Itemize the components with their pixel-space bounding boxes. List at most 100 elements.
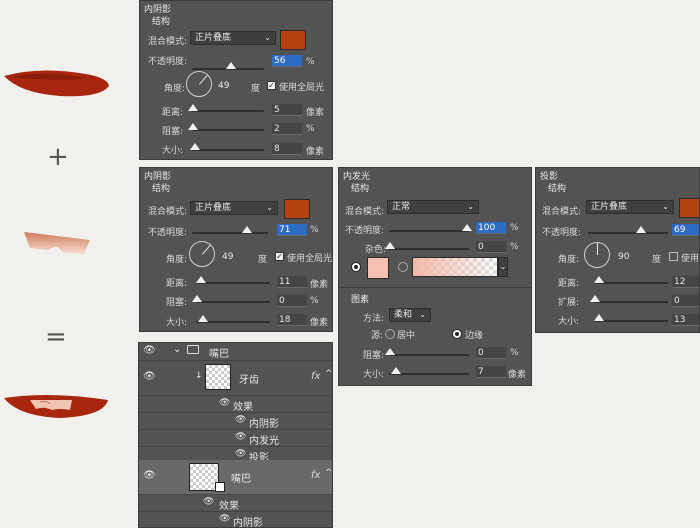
noise-input[interactable]: 0: [476, 241, 506, 253]
fx-icon[interactable]: fx: [311, 470, 320, 481]
choke-slider-track[interactable]: [192, 129, 264, 131]
size-slider-track[interactable]: [192, 149, 264, 151]
blend-mode-select[interactable]: 正常 ⌄: [387, 200, 479, 214]
layer-group-row[interactable]: 👁 ⌄ 嘴巴: [139, 343, 332, 361]
opacity-input[interactable]: 71: [277, 224, 307, 236]
blend-mode-value: 正片叠底: [195, 33, 232, 43]
angle-dial[interactable]: [186, 71, 212, 97]
opacity-slider-thumb[interactable]: [226, 62, 236, 69]
eye-icon[interactable]: 👁: [235, 432, 246, 442]
opacity-input[interactable]: 56: [272, 55, 302, 67]
distance-slider-thumb[interactable]: [196, 276, 206, 283]
opacity-slider-track[interactable]: [588, 232, 668, 234]
size-slider-track[interactable]: [594, 320, 668, 322]
angle-unit: 度: [652, 255, 662, 265]
shadow-color-swatch[interactable]: [280, 30, 306, 50]
angle-value[interactable]: 49: [218, 81, 229, 91]
spread-slider-track[interactable]: [594, 301, 668, 303]
opacity-input[interactable]: 69: [672, 224, 699, 236]
eye-icon[interactable]: 👁: [143, 345, 156, 356]
noise-unit: %: [510, 242, 519, 252]
size-slider-thumb[interactable]: [198, 315, 208, 322]
spread-input[interactable]: 0: [672, 295, 699, 307]
glow-color-swatch[interactable]: [367, 257, 389, 279]
choke-input[interactable]: 2: [272, 123, 302, 135]
angle-dial[interactable]: [189, 241, 215, 267]
distance-slider-track[interactable]: [594, 282, 668, 284]
effect-row[interactable]: 👁 内发光: [139, 430, 332, 447]
distance-slider-track[interactable]: [196, 282, 270, 284]
distance-input[interactable]: 11: [277, 276, 307, 288]
size-input[interactable]: 18: [277, 314, 307, 326]
lip-top-illustration: [4, 70, 109, 97]
elements-section-title: 图素: [351, 295, 370, 305]
chevron-up-icon[interactable]: ^: [325, 369, 332, 379]
opacity-input[interactable]: 100: [476, 222, 506, 234]
distance-input[interactable]: 5: [272, 104, 302, 116]
global-light-checkbox[interactable]: [669, 252, 678, 261]
choke-slider-thumb[interactable]: [385, 348, 395, 355]
size-slider-track[interactable]: [389, 373, 469, 375]
choke-input[interactable]: 0: [277, 295, 307, 307]
chevron-up-icon[interactable]: ^: [325, 468, 332, 478]
chevron-down-icon[interactable]: ⌄: [173, 344, 181, 355]
shadow-color-swatch[interactable]: [679, 198, 699, 218]
blend-mode-label: 混合模式:: [148, 207, 188, 217]
effects-row[interactable]: 👁 效果: [139, 396, 332, 413]
eye-icon[interactable]: 👁: [219, 514, 230, 524]
noise-slider-track[interactable]: [389, 248, 469, 250]
layer-row-mouth[interactable]: 👁 嘴巴 fx ^: [139, 460, 332, 495]
blend-mode-select[interactable]: 正片叠底 ⌄: [190, 31, 276, 45]
effect-row[interactable]: 👁 内阴影: [139, 512, 332, 527]
eye-icon[interactable]: 👁: [203, 497, 214, 507]
spread-slider-thumb[interactable]: [590, 295, 600, 302]
opacity-slider-thumb[interactable]: [462, 224, 472, 231]
solid-color-radio[interactable]: [351, 262, 361, 272]
choke-unit: %: [310, 296, 319, 306]
distance-slider-track[interactable]: [192, 110, 264, 112]
size-input[interactable]: 8: [272, 143, 302, 155]
choke-slider-track[interactable]: [389, 354, 469, 356]
gradient-radio[interactable]: [398, 262, 408, 272]
effect-row[interactable]: 👁 内阴影: [139, 413, 332, 430]
choke-slider-thumb[interactable]: [192, 295, 202, 302]
choke-slider-thumb[interactable]: [188, 123, 198, 130]
size-slider-thumb[interactable]: [391, 367, 401, 374]
fx-icon[interactable]: fx: [311, 371, 320, 382]
opacity-slider-thumb[interactable]: [242, 226, 252, 233]
global-light-checkbox[interactable]: ✓: [275, 252, 284, 261]
eye-icon[interactable]: 👁: [235, 449, 246, 459]
eye-icon[interactable]: 👁: [235, 415, 246, 425]
blend-mode-select[interactable]: 正片叠底 ⌄: [586, 200, 674, 214]
inner-glow-panel: 内发光 结构 混合模式: 正常 ⌄ 不透明度: 100 % 杂色: 0 % ⌄ …: [338, 167, 532, 386]
size-slider-thumb[interactable]: [190, 143, 200, 150]
global-light-checkbox[interactable]: ✓: [267, 81, 276, 90]
source-center-radio[interactable]: [385, 329, 395, 339]
eye-icon[interactable]: 👁: [143, 470, 156, 481]
size-input[interactable]: 13: [672, 314, 699, 326]
source-edge-radio[interactable]: [452, 329, 462, 339]
eye-icon[interactable]: 👁: [219, 398, 230, 408]
choke-slider-track[interactable]: [196, 301, 270, 303]
opacity-slider-thumb[interactable]: [636, 226, 646, 233]
angle-value[interactable]: 49: [222, 252, 233, 262]
gradient-preview[interactable]: [412, 257, 498, 277]
choke-input[interactable]: 0: [476, 347, 506, 359]
angle-dial[interactable]: [584, 242, 610, 268]
opacity-slider-track[interactable]: [192, 232, 268, 234]
distance-input[interactable]: 12: [672, 276, 699, 288]
distance-slider-thumb[interactable]: [188, 104, 198, 111]
noise-slider-thumb[interactable]: [385, 242, 395, 249]
layer-row-teeth[interactable]: 👁 ↓ 牙齿 fx ^: [139, 361, 332, 396]
size-slider-thumb[interactable]: [594, 314, 604, 321]
size-input[interactable]: 7: [476, 366, 506, 378]
technique-select[interactable]: 柔和 ⌄: [389, 308, 431, 322]
opacity-slider-track[interactable]: [389, 230, 469, 232]
angle-value[interactable]: 90: [618, 252, 629, 262]
distance-slider-thumb[interactable]: [594, 276, 604, 283]
blend-mode-select[interactable]: 正片叠底 ⌄: [190, 201, 278, 215]
gradient-dropdown-arrow[interactable]: ⌄: [498, 257, 508, 277]
effects-row[interactable]: 👁 效果: [139, 495, 332, 512]
shadow-color-swatch[interactable]: [284, 199, 310, 219]
eye-icon[interactable]: 👁: [143, 371, 156, 382]
